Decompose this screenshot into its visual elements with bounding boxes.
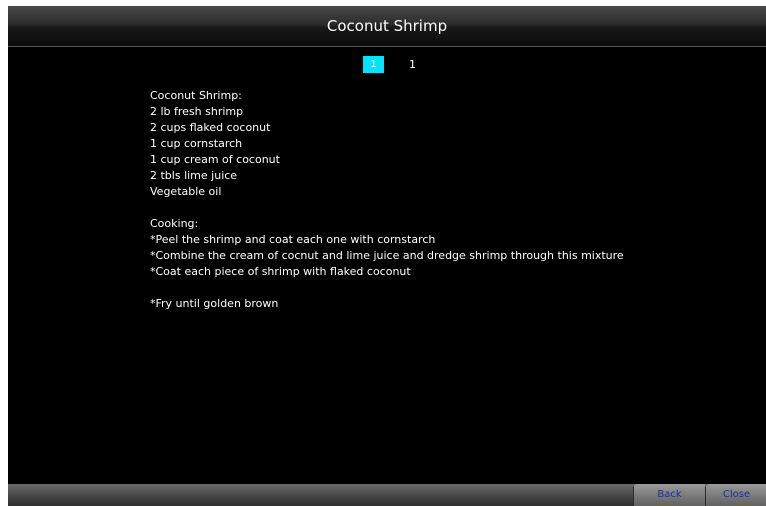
recipe-line: 2 lb fresh shrimp xyxy=(150,105,244,118)
recipe-line: Cooking: xyxy=(150,217,199,230)
recipe-line: *Coat each piece of shrimp with flaked c… xyxy=(150,265,411,278)
recipe-line: 2 tbls lime juice xyxy=(150,169,238,182)
recipe-line: *Peel the shrimp and coat each one with … xyxy=(150,233,436,246)
close-button[interactable]: Close xyxy=(705,484,766,506)
recipe-line: *Fry until golden brown xyxy=(150,297,279,310)
recipe-line: Coconut Shrimp: xyxy=(150,89,242,102)
recipe-line: 2 cups flaked coconut xyxy=(150,121,271,134)
bottom-toolbar: Back Close xyxy=(8,484,766,506)
title-bar: Coconut Shrimp xyxy=(8,6,766,47)
window-title: Coconut Shrimp xyxy=(326,17,448,35)
back-button[interactable]: Back xyxy=(633,484,705,506)
recipe-line: *Combine the cream of cocnut and lime ju… xyxy=(150,249,624,262)
total-pages-label: 1 xyxy=(409,58,416,71)
recipe-line xyxy=(150,280,750,296)
recipe-viewer-window: Coconut Shrimp 1 1 Coconut Shrimp: 2 lb … xyxy=(8,6,766,506)
recipe-line: 1 cup cornstarch xyxy=(150,137,243,150)
recipe-line: 1 cup cream of coconut xyxy=(150,153,280,166)
current-page-button[interactable]: 1 xyxy=(363,56,384,73)
page-indicator: 1 1 xyxy=(8,56,766,76)
recipe-line xyxy=(150,200,750,216)
recipe-line: Vegetable oil xyxy=(150,185,222,198)
recipe-text: Coconut Shrimp: 2 lb fresh shrimp 2 cups… xyxy=(150,88,750,312)
